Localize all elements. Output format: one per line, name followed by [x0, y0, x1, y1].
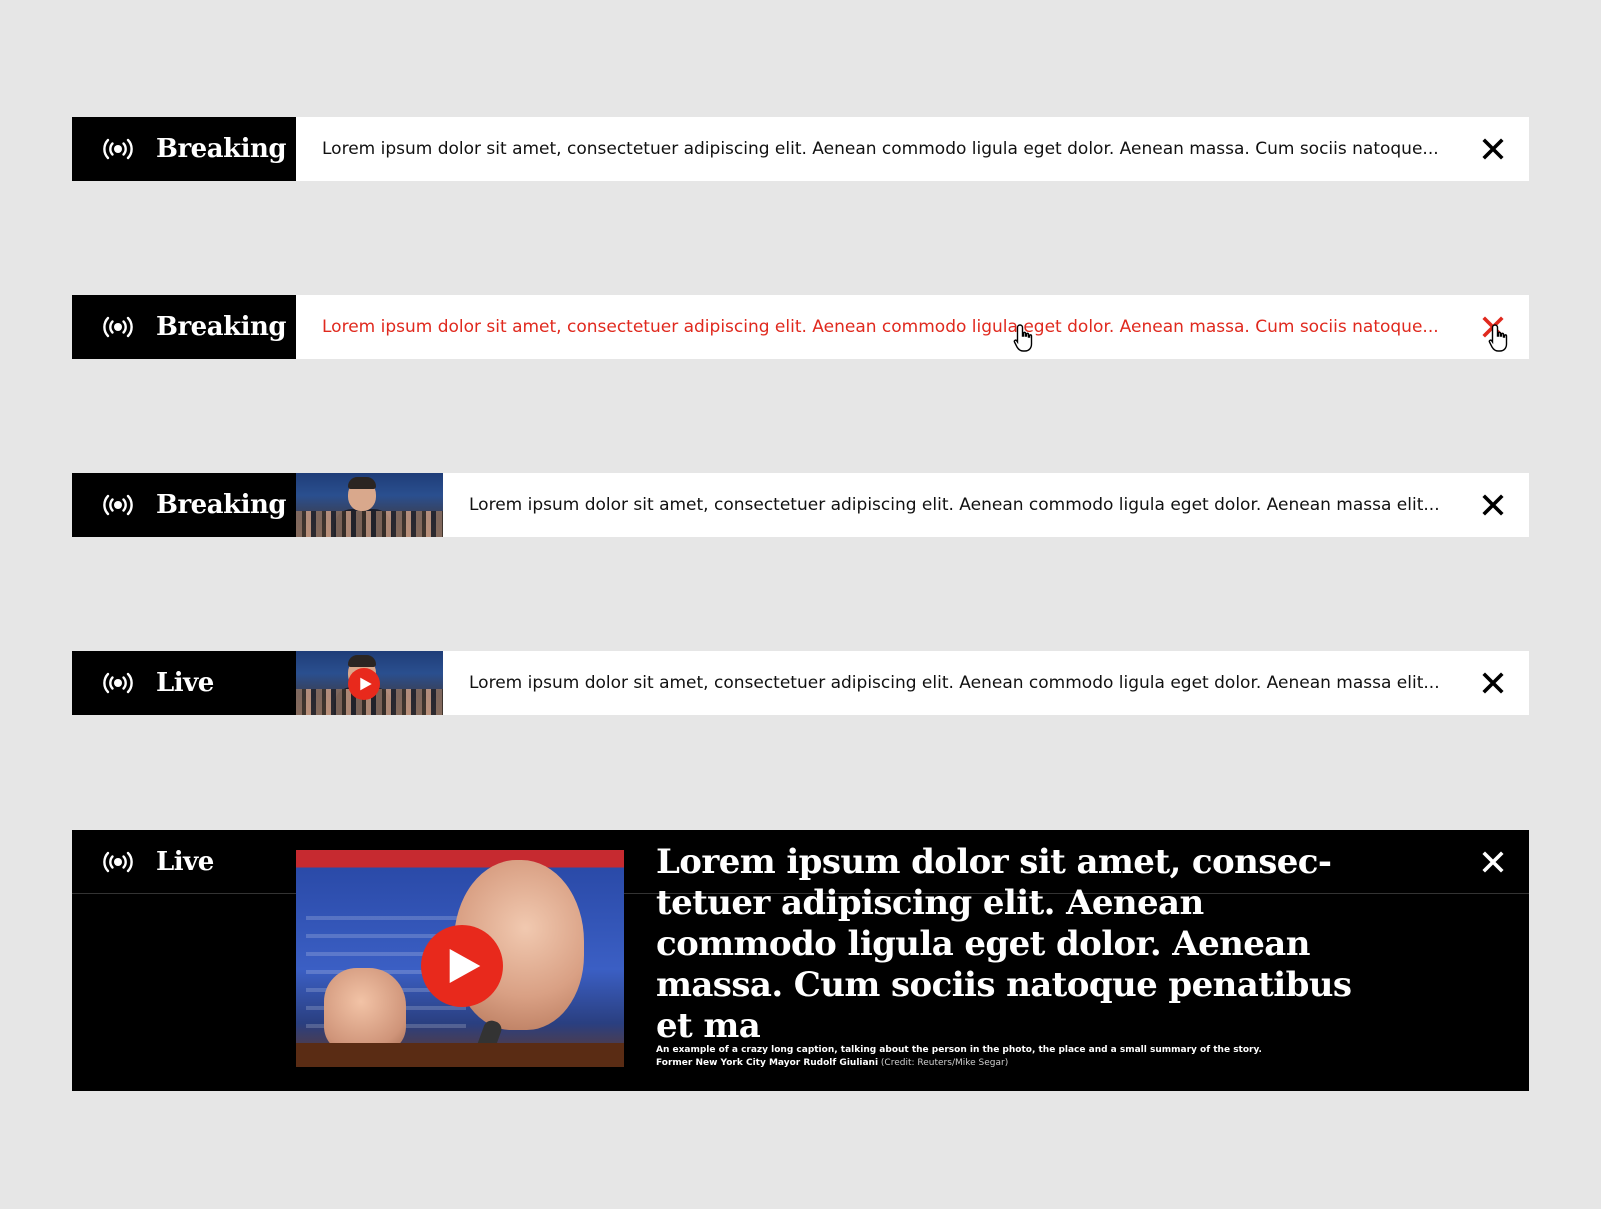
- banner-thumbnail[interactable]: [296, 473, 443, 537]
- banner-label: Live: [72, 651, 296, 715]
- breaking-banner-hover: Breaking Lorem ipsum dolor sit amet, con…: [72, 295, 1529, 359]
- feature-headline[interactable]: Lorem ipsum dolor sit amet, consec-tetue…: [656, 842, 1356, 1047]
- feature-caption: An example of a crazy long caption, talk…: [656, 1044, 1356, 1070]
- caption-text: An example of a crazy long caption, talk…: [656, 1045, 1262, 1055]
- banner-headline-link[interactable]: Lorem ipsum dolor sit amet, consectetuer…: [296, 295, 1457, 359]
- feature-video[interactable]: [296, 850, 624, 1067]
- breaking-banner-1: Breaking Lorem ipsum dolor sit amet, con…: [72, 117, 1529, 181]
- banner-label-text: Breaking: [156, 490, 287, 520]
- close-icon: [1482, 138, 1504, 160]
- banner-label-text: Breaking: [156, 134, 287, 164]
- hand-pointer-icon: [1487, 323, 1511, 353]
- caption-name: Former New York City Mayor Rudolf Giulia…: [656, 1058, 879, 1068]
- banner-label-text: Live: [156, 668, 214, 698]
- broadcast-icon: [102, 137, 134, 161]
- banner-label: Breaking: [72, 295, 296, 359]
- live-banner-video: Live Lorem ipsum dolor sit amet, consect…: [72, 651, 1529, 715]
- close-icon: [1482, 672, 1504, 694]
- close-button[interactable]: [1457, 473, 1529, 537]
- caption-attribution: Former New York City Mayor Rudolf Giulia…: [656, 1057, 1356, 1070]
- broadcast-icon: [102, 493, 134, 517]
- hand-pointer-icon: [1012, 323, 1036, 353]
- close-icon: [1482, 494, 1504, 516]
- broadcast-icon: [102, 850, 134, 874]
- banner-label: Breaking: [72, 473, 296, 537]
- breaking-banner-photo: Breaking Lorem ipsum dolor sit amet, con…: [72, 473, 1529, 537]
- close-button[interactable]: [1457, 830, 1529, 894]
- banner-headline-link[interactable]: Lorem ipsum dolor sit amet, consectetuer…: [296, 117, 1457, 181]
- video-thumbnail[interactable]: [296, 651, 443, 715]
- banner-headline-link[interactable]: Lorem ipsum dolor sit amet, consectetuer…: [443, 651, 1457, 715]
- play-button[interactable]: [421, 925, 503, 1007]
- play-icon: [448, 947, 482, 985]
- feature-label-text: Live: [156, 846, 214, 877]
- broadcast-icon: [102, 671, 134, 695]
- close-icon: [1482, 851, 1504, 873]
- play-icon: [359, 677, 373, 691]
- banner-label: Breaking: [72, 117, 296, 181]
- banner-headline-link[interactable]: Lorem ipsum dolor sit amet, consectetuer…: [443, 473, 1457, 537]
- close-button[interactable]: [1457, 651, 1529, 715]
- broadcast-icon: [102, 315, 134, 339]
- play-button[interactable]: [348, 668, 380, 700]
- live-feature-expanded: Live Lorem ipsum dolor sit amet, consec-…: [72, 830, 1529, 1091]
- caption-credit: (Credit: Reuters/Mike Segar): [878, 1058, 1009, 1068]
- banner-label-text: Breaking: [156, 312, 287, 342]
- close-button[interactable]: [1457, 117, 1529, 181]
